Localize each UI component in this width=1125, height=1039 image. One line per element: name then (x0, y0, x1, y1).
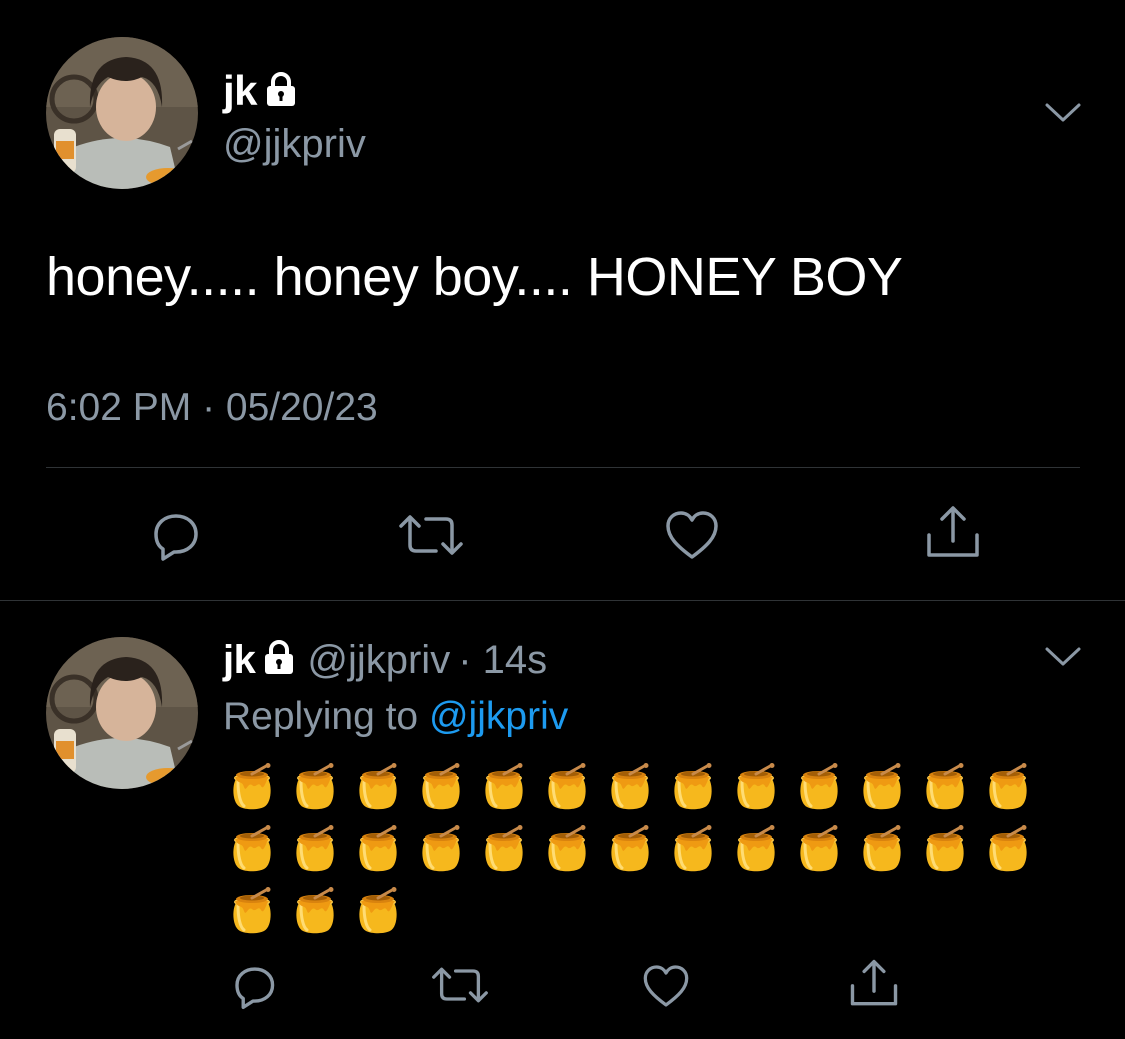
reply-display-name[interactable]: jk (223, 638, 256, 682)
chevron-down-icon[interactable] (1044, 101, 1082, 125)
honey-pot-emoji (926, 825, 964, 872)
reply-handle[interactable]: @jjkpriv (307, 638, 450, 682)
author-display-name[interactable]: jk (223, 67, 258, 114)
reply-icon[interactable] (146, 508, 202, 562)
honey-pot-emoji (611, 825, 649, 872)
honey-pot-emoji (485, 763, 523, 810)
author-name[interactable]: jk (223, 67, 297, 115)
avatar[interactable] (46, 37, 198, 189)
honey-pot-emoji (989, 825, 1027, 872)
author-handle[interactable]: @jjkpriv (223, 120, 366, 168)
chevron-down-icon[interactable] (1044, 645, 1082, 669)
replying-to-label: Replying to (223, 695, 419, 738)
avatar-photo (46, 37, 198, 189)
tweet-divider (0, 600, 1125, 601)
honey-pot-emoji (800, 825, 838, 872)
like-icon[interactable] (663, 508, 721, 562)
replying-to: Replying to @jjkpriv (223, 693, 568, 741)
retweet-icon[interactable] (429, 964, 491, 1006)
share-icon[interactable] (848, 958, 900, 1010)
honey-pot-emoji (422, 763, 460, 810)
share-icon[interactable] (924, 504, 982, 562)
honey-pot-emoji (863, 763, 901, 810)
honey-pot-emoji (233, 763, 271, 810)
reply-icon[interactable] (228, 962, 278, 1010)
tweet-text: honey..... honey boy.... HONEY BOY (46, 247, 903, 307)
honey-pot-emoji (674, 825, 712, 872)
tweet-timestamp[interactable]: 6:02 PM · 05/20/23 (46, 384, 378, 432)
honey-pot-emoji (989, 763, 1027, 810)
honey-pot-emoji (548, 763, 586, 810)
honey-pot-emoji (233, 887, 271, 934)
honey-pot-emoji (926, 763, 964, 810)
honey-pot-emoji (674, 763, 712, 810)
lock-icon (267, 72, 296, 106)
honey-pot-emoji (548, 825, 586, 872)
honey-pot-emoji (359, 825, 397, 872)
honey-pot-emoji (422, 825, 460, 872)
like-icon[interactable] (641, 962, 691, 1010)
reply-header: jk @jjkpriv · 14s (223, 636, 547, 684)
replying-to-mention[interactable]: @jjkpriv (429, 695, 568, 738)
retweet-icon[interactable] (396, 511, 466, 559)
honey-pot-emoji (800, 763, 838, 810)
honey-pot-emoji (737, 825, 775, 872)
honey-pot-emoji (296, 825, 334, 872)
honey-pot-emoji (296, 763, 334, 810)
honey-pot-emoji (233, 825, 271, 872)
reply-time[interactable]: · 14s (458, 638, 547, 682)
honey-pot-emoji (359, 887, 397, 934)
honey-pot-emoji (485, 825, 523, 872)
honey-pot-emoji (296, 887, 334, 934)
honey-pot-emoji (863, 825, 901, 872)
lock-icon (265, 640, 294, 674)
honey-pot-emoji (737, 763, 775, 810)
reply-text (228, 763, 1032, 935)
avatar-photo (46, 637, 198, 789)
honey-pot-emoji (611, 763, 649, 810)
reply-avatar[interactable] (46, 637, 198, 789)
divider (46, 467, 1080, 468)
honey-pot-emoji (359, 763, 397, 810)
